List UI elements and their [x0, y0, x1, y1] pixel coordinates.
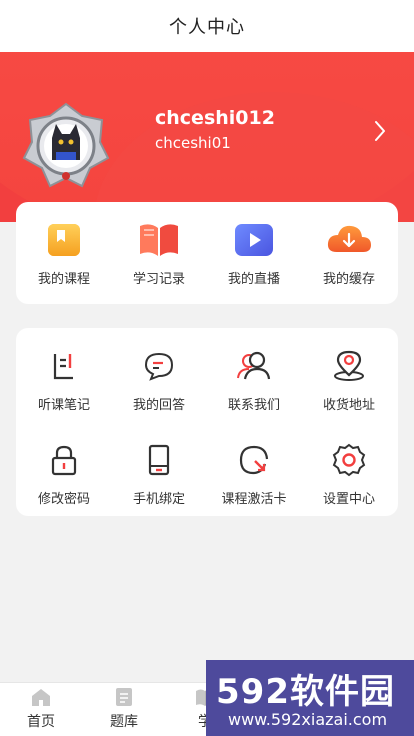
tab-question-bank-label: 题库 [110, 714, 138, 730]
my-courses-label: 我的课程 [37, 272, 90, 287]
cloud-download-icon [325, 218, 373, 262]
notes-icon [40, 344, 88, 388]
user-id: chceshi01 [155, 134, 231, 152]
lecture-notes-label: 听课笔记 [37, 398, 90, 413]
change-password-label: 修改密码 [37, 492, 90, 507]
contact-us-label: 联系我们 [227, 398, 280, 413]
username: chceshi012 [155, 107, 275, 129]
phone-binding-label: 手机绑定 [132, 492, 185, 507]
services-card: 听课笔记 我的回答 联系我们 收货地址 修改密码 手机绑定 课程激活卡 设置中心 [16, 328, 398, 516]
avatar[interactable] [22, 102, 110, 190]
my-live-label: 我的直播 [227, 272, 280, 287]
tab-question-bank[interactable]: 题库 [89, 687, 159, 731]
top-bar: 个人中心 [0, 0, 414, 52]
my-live-button[interactable]: 我的直播 [208, 218, 300, 287]
study-records-label: 学习记录 [132, 272, 185, 287]
phone-binding-button[interactable]: 手机绑定 [113, 438, 205, 507]
open-book-icon [135, 218, 183, 262]
chevron-right-icon[interactable] [368, 116, 392, 146]
my-courses-button[interactable]: 我的课程 [18, 218, 110, 287]
contact-us-button[interactable]: 联系我们 [208, 344, 300, 413]
settings-center-button[interactable]: 设置中心 [303, 438, 395, 507]
tab-home-label: 首页 [27, 714, 55, 730]
contacts-icon [230, 344, 278, 388]
page-title: 个人中心 [169, 17, 245, 38]
gear-icon [325, 438, 373, 482]
course-activation-card-button[interactable]: 课程激活卡 [208, 438, 300, 507]
home-icon [32, 689, 50, 706]
my-answers-label: 我的回答 [132, 398, 185, 413]
bookmark-book-icon [40, 218, 88, 262]
watermark-logo: 592软件园 www.592xiazai.com [206, 660, 414, 736]
settings-center-label: 设置中心 [322, 492, 375, 507]
chat-bubble-icon [135, 344, 183, 388]
lecture-notes-button[interactable]: 听课笔记 [18, 344, 110, 413]
video-play-icon [230, 218, 278, 262]
activation-icon [230, 438, 278, 482]
phone-icon [135, 438, 183, 482]
my-cache-button[interactable]: 我的缓存 [303, 218, 395, 287]
tab-home[interactable]: 首页 [6, 687, 76, 731]
lock-icon [40, 438, 88, 482]
quick-actions-card: 我的课程 学习记录 我的直播 我的缓存 [16, 202, 398, 304]
watermark-brand: 592软件园 [216, 672, 395, 712]
location-pin-icon [325, 344, 373, 388]
profile-banner[interactable]: chceshi012 chceshi01 [0, 52, 414, 222]
watermark-url: www.592xiazai.com [228, 710, 388, 729]
shipping-address-label: 收货地址 [322, 398, 375, 413]
change-password-button[interactable]: 修改密码 [18, 438, 110, 507]
question-bank-icon [116, 688, 132, 706]
study-records-button[interactable]: 学习记录 [113, 218, 205, 287]
my-answers-button[interactable]: 我的回答 [113, 344, 205, 413]
my-cache-label: 我的缓存 [322, 272, 375, 287]
course-activation-card-label: 课程激活卡 [221, 492, 287, 507]
shipping-address-button[interactable]: 收货地址 [303, 344, 395, 413]
